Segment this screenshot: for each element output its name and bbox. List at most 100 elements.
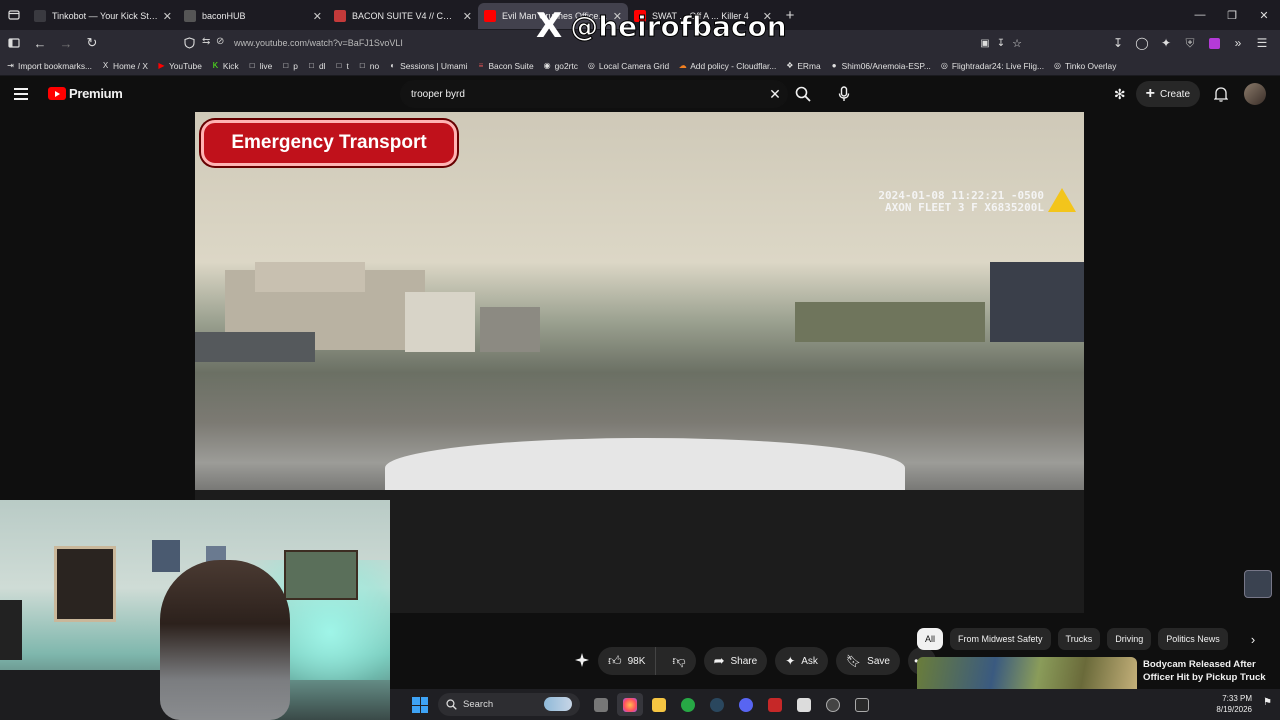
search-input[interactable]: trooper byrd ✕ xyxy=(400,80,788,108)
minimize-icon[interactable]: — xyxy=(1184,0,1216,30)
save-to-pocket-icon[interactable]: ↧ xyxy=(997,38,1005,49)
share-button[interactable]: ➦ Share xyxy=(703,647,768,675)
recommendation-title[interactable]: Bodycam Released After Officer Hit by Pi… xyxy=(1143,658,1273,684)
voicemeeter-icon[interactable] xyxy=(762,693,788,716)
tab-close-icon[interactable]: ✕ xyxy=(163,10,172,23)
filter-chip[interactable]: Politics News xyxy=(1158,628,1228,650)
permissions-icon[interactable]: ⇆ xyxy=(202,36,210,47)
umami-icon: ◐ xyxy=(390,61,396,70)
xbox-icon[interactable] xyxy=(675,693,701,716)
browser-tab[interactable]: BACON SUITE V4 // COMMAND ✕ xyxy=(328,3,478,29)
tab-title: BACON SUITE V4 // COMMAND xyxy=(352,11,459,21)
bookmark-item[interactable]: K Kick xyxy=(211,61,239,71)
bookmark-label: Add policy - Cloudflar... xyxy=(690,60,777,71)
back-icon[interactable]: ← xyxy=(28,31,52,55)
save-button[interactable]: 🔖︎ Save xyxy=(835,647,900,675)
browser-tab[interactable]: Tinkobot — Your Kick Stream's Inte ✕ xyxy=(28,3,178,29)
bookmark-item[interactable]: ▶ YouTube xyxy=(157,61,202,71)
tracking-icon[interactable]: ⊘ xyxy=(216,36,224,47)
terminal-icon[interactable] xyxy=(849,693,875,716)
bookmark-item[interactable]: ❖ ERma xyxy=(785,61,820,71)
bookmark-item[interactable]: □ t xyxy=(334,61,349,71)
firefox-icon[interactable] xyxy=(617,693,643,716)
overflow-chevron-icon[interactable]: » xyxy=(1226,31,1250,55)
clear-search-icon[interactable]: ✕ xyxy=(763,86,787,103)
taskbar-clock[interactable]: 7:33 PM 8/19/2026 xyxy=(1216,693,1252,715)
save-icon: 🔖︎ xyxy=(845,654,862,668)
bookmark-item[interactable]: X Home / X xyxy=(101,61,148,71)
maximize-icon[interactable]: ❐ xyxy=(1216,0,1248,30)
discord-icon[interactable] xyxy=(733,693,759,716)
notification-center-icon[interactable]: ⚑ xyxy=(1263,697,1272,708)
notifications-bell-icon[interactable] xyxy=(1214,86,1228,102)
shield-icon[interactable] xyxy=(184,37,195,49)
extensions-icon[interactable]: ✦ xyxy=(1154,31,1178,55)
bookmark-label: Import bookmarks... xyxy=(18,60,93,71)
screenshot-icon[interactable]: ▣ xyxy=(980,38,989,49)
forward-icon[interactable]: → xyxy=(54,31,78,55)
bookmark-item[interactable]: ☁ Add policy - Cloudflar... xyxy=(678,60,777,71)
bookmark-item[interactable]: □ p xyxy=(281,61,298,71)
webcam-small-frame xyxy=(152,540,180,572)
account-icon[interactable]: ◯ xyxy=(1130,31,1154,55)
bacon-icon: ≡ xyxy=(478,61,484,70)
extension-purple-icon[interactable] xyxy=(1202,31,1226,55)
channel-watermark-icon[interactable] xyxy=(1244,570,1272,598)
app-window-icon[interactable] xyxy=(791,693,817,716)
tab-close-icon[interactable]: ✕ xyxy=(313,10,322,23)
search-button[interactable] xyxy=(788,80,818,108)
bookmark-item[interactable]: ◉ go2rtc xyxy=(543,61,578,71)
tab-close-icon[interactable]: ✕ xyxy=(463,10,472,23)
downloads-icon[interactable]: ↧ xyxy=(1106,31,1130,55)
search-value[interactable]: trooper byrd xyxy=(411,89,763,100)
emergency-transport-badge: Emergency Transport xyxy=(201,120,457,166)
bookmark-label: live xyxy=(259,60,273,71)
menu-icon[interactable]: ☰ xyxy=(1250,31,1274,55)
dislike-button[interactable]: 👎︎ xyxy=(662,647,695,675)
filter-chip[interactable]: All xyxy=(917,628,944,650)
search-icon xyxy=(795,86,811,102)
chevron-right-icon[interactable]: › xyxy=(1244,630,1262,648)
voice-search-button[interactable] xyxy=(830,80,858,108)
youtube-premium-logo[interactable]: Premium xyxy=(48,86,123,101)
steam-icon[interactable] xyxy=(704,693,730,716)
bookmark-item[interactable]: ◎ Tinko Overlay xyxy=(1053,61,1116,71)
ai-sparkle-icon[interactable] xyxy=(574,652,590,668)
url-text[interactable]: www.youtube.com/watch?v=BaFJ1SvoVLI xyxy=(234,38,403,48)
reload-icon[interactable]: ↻ xyxy=(80,31,104,55)
obs-icon[interactable] xyxy=(820,693,846,716)
search-highlight-art xyxy=(544,697,572,711)
ublock-icon[interactable]: ⛨ xyxy=(1178,31,1202,55)
filter-chip[interactable]: Driving xyxy=(1107,628,1152,650)
gemini-sparkle-icon[interactable]: ✻ xyxy=(1114,86,1126,103)
ask-sparkle-icon: ✦ xyxy=(785,654,796,668)
tab-list-button[interactable] xyxy=(0,0,28,30)
ask-button[interactable]: ✦ Ask xyxy=(775,647,828,675)
sidebar-toggle-icon[interactable] xyxy=(2,31,26,55)
bookmark-item[interactable]: □ dl xyxy=(307,61,325,71)
guide-menu-icon[interactable] xyxy=(14,84,34,104)
filter-chip[interactable]: Trucks xyxy=(1057,628,1101,650)
file-explorer-icon[interactable] xyxy=(646,693,672,716)
like-button[interactable]: 👍︎ 98K xyxy=(598,647,657,675)
globe-icon: ◎ xyxy=(1054,61,1062,70)
tab-favicon-icon xyxy=(34,10,46,22)
filter-chip[interactable]: From Midwest Safety xyxy=(950,628,1051,650)
bookmark-item[interactable]: □ no xyxy=(358,61,379,71)
bookmark-item[interactable]: ◎ Local Camera Grid xyxy=(587,61,669,71)
close-window-icon[interactable]: ✕ xyxy=(1248,0,1280,30)
create-button[interactable]: + Create xyxy=(1135,81,1200,107)
bookmark-star-icon[interactable]: ☆ xyxy=(1012,37,1022,50)
avatar[interactable] xyxy=(1244,83,1266,105)
bookmark-item[interactable]: ⇥ Import bookmarks... xyxy=(6,61,92,71)
recommendation-thumbnail[interactable] xyxy=(917,657,1137,690)
bookmark-item[interactable]: ≡ Bacon Suite xyxy=(476,61,534,71)
task-view-icon[interactable] xyxy=(588,693,614,716)
taskbar-search[interactable]: Search xyxy=(438,693,580,716)
bookmark-item[interactable]: ◎ Flightradar24: Live Flig... xyxy=(940,61,1044,71)
bookmark-item[interactable]: □ live xyxy=(248,61,273,71)
bookmark-item[interactable]: ◐ Sessions | Umami xyxy=(388,61,467,71)
browser-tab[interactable]: baconHUB ✕ xyxy=(178,3,328,29)
windows-start-icon[interactable] xyxy=(412,697,428,713)
bookmark-item[interactable]: ● Shim06/Anemoia-ESP... xyxy=(830,61,931,71)
